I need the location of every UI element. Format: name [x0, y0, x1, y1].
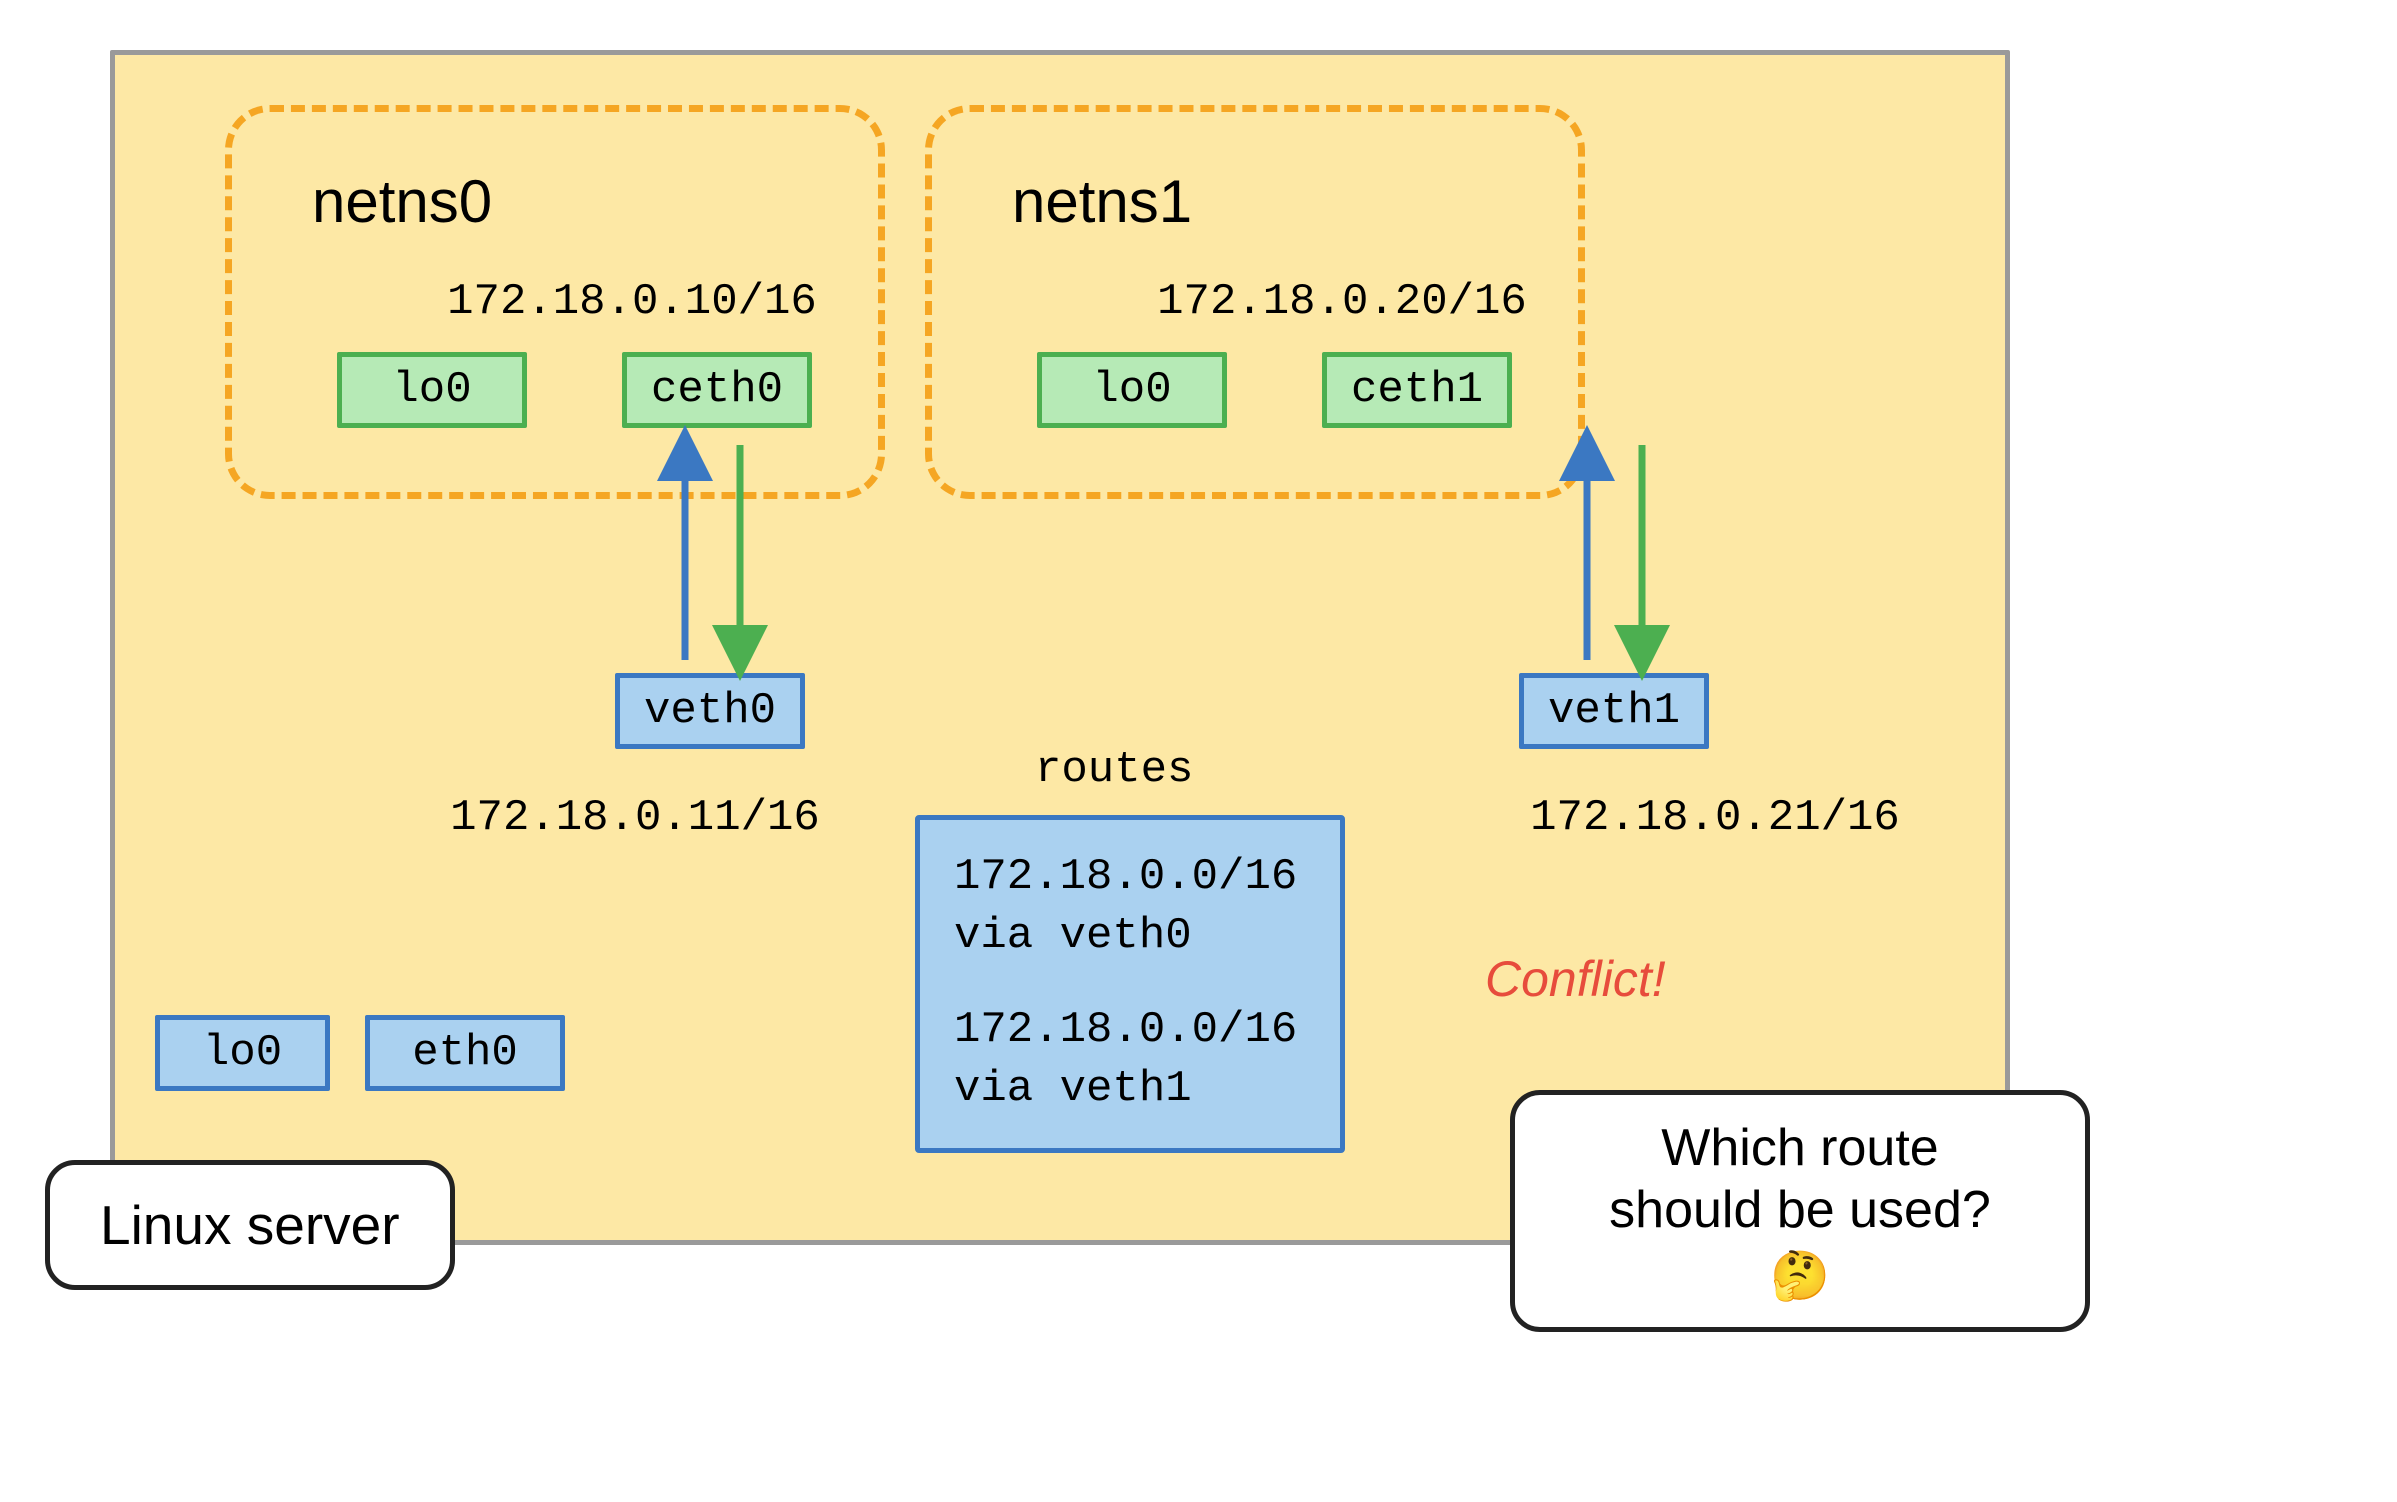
- host-eth-iface: eth0: [365, 1015, 565, 1091]
- route1-cidr: 172.18.0.0/16: [954, 852, 1297, 902]
- bubble-line1: Which route: [1661, 1119, 1938, 1177]
- veth0-iface: veth0: [615, 673, 805, 749]
- route-entry-2: 172.18.0.0/16 via veth1: [954, 1001, 1306, 1120]
- bubble-line2: should be used?: [1609, 1181, 1991, 1239]
- routes-title: routes: [1035, 745, 1193, 795]
- linux-server-box: netns0 172.18.0.10/16 lo0 ceth0 netns1 1…: [110, 50, 2010, 1245]
- netns1-lo-iface: lo0: [1037, 352, 1227, 428]
- speech-bubble: Which route should be used? 🤔: [1510, 1090, 2090, 1332]
- linux-server-text: Linux server: [100, 1194, 400, 1256]
- netns1-ceth-ip: 172.18.0.20/16: [1132, 277, 1552, 327]
- conflict-label: Conflict!: [1485, 950, 1666, 1008]
- routes-box: 172.18.0.0/16 via veth0 172.18.0.0/16 vi…: [915, 815, 1345, 1153]
- linux-server-label: Linux server: [45, 1160, 455, 1290]
- arrows-veth0: [655, 435, 775, 665]
- veth0-ip: 172.18.0.11/16: [425, 793, 845, 843]
- netns0-lo-iface: lo0: [337, 352, 527, 428]
- netns1-title: netns1: [1012, 167, 1192, 236]
- netns1-ceth-iface: ceth1: [1322, 352, 1512, 428]
- netns0-container: netns0 172.18.0.10/16 lo0 ceth0: [225, 105, 885, 499]
- route2-cidr: 172.18.0.0/16: [954, 1005, 1297, 1055]
- netns0-ceth-iface: ceth0: [622, 352, 812, 428]
- route2-via: via veth1: [954, 1064, 1192, 1114]
- host-lo-iface: lo0: [155, 1015, 330, 1091]
- netns0-ceth-ip: 172.18.0.10/16: [422, 277, 842, 327]
- veth1-iface: veth1: [1519, 673, 1709, 749]
- arrows-veth1: [1557, 435, 1677, 665]
- netns0-title: netns0: [312, 167, 492, 236]
- netns1-container: netns1 172.18.0.20/16 lo0 ceth1: [925, 105, 1585, 499]
- veth1-ip: 172.18.0.21/16: [1505, 793, 1925, 843]
- route1-via: via veth0: [954, 911, 1192, 961]
- route-entry-1: 172.18.0.0/16 via veth0: [954, 848, 1306, 967]
- thinking-face-icon: 🤔: [1555, 1248, 2045, 1306]
